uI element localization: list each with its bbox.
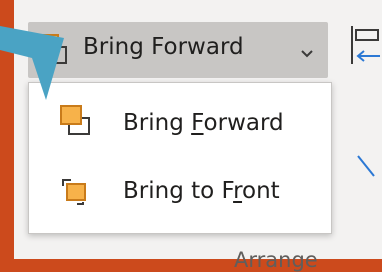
pointer-arrow-icon — [0, 0, 80, 114]
menu-item-label: Bring Forward — [123, 110, 284, 136]
align-icon[interactable] — [350, 24, 382, 70]
bring-forward-label: Bring Forward — [83, 34, 244, 60]
menu-item-bring-to-front[interactable]: Bring to Front — [29, 159, 331, 225]
chevron-down-icon[interactable] — [300, 44, 314, 63]
menu-item-label: Bring to Front — [123, 178, 280, 204]
arrange-group-label: Arrange — [234, 248, 318, 272]
bring-to-front-icon — [59, 176, 93, 210]
arrow-icon[interactable] — [354, 150, 382, 186]
